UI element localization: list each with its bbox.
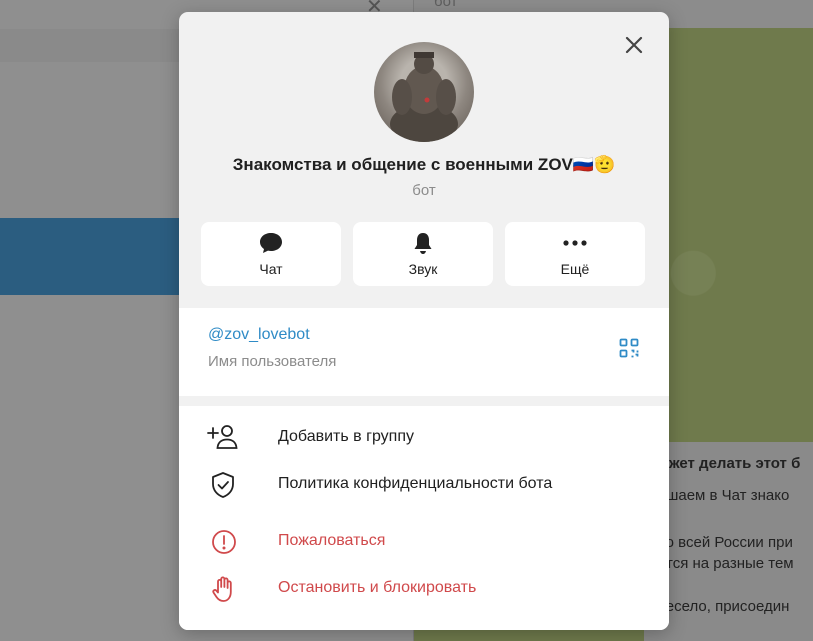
avatar[interactable] [374,42,474,142]
username-section: @zov_lovebot Имя пользователя [179,308,669,396]
add-to-group-label: Добавить в группу [278,428,414,445]
profile-menu: Добавить в группу Политика конфиденциаль… [179,406,669,630]
chat-button-label: Чат [259,261,283,277]
background-message: ожет делать этот б ашаем в Чат знако со … [644,442,813,641]
qr-code-icon[interactable] [619,338,639,358]
profile-subtitle: бот [412,182,436,199]
message-line: ожет делать этот б [660,455,801,472]
chat-button[interactable]: Чат [201,222,341,286]
sound-button[interactable]: Звук [353,222,493,286]
report-label: Пожаловаться [278,532,386,549]
background-chat-status: бот [434,0,458,10]
message-line: со всей России при [658,534,793,551]
message-line: ашаем в Чат знако [658,487,790,504]
report-item[interactable]: Пожаловаться [179,521,669,561]
username-label: Имя пользователя [208,353,337,370]
add-user-icon [207,424,239,450]
stop-hand-icon [207,575,239,602]
profile-name: Знакомства и общение с военными ZOV🇷🇺🫡 [232,155,616,174]
stop-and-block-label: Остановить и блокировать [278,579,477,596]
message-line: весело, присоедин [658,598,790,615]
chat-bubble-icon [201,230,341,256]
bell-icon [353,230,493,256]
close-icon[interactable] [621,32,647,58]
message-line: отся на разные тем [658,555,794,572]
action-buttons: Чат Звук Ещё [201,222,647,286]
more-button[interactable]: Ещё [505,222,645,286]
username-link[interactable]: @zov_lovebot [208,326,310,344]
privacy-policy-item[interactable]: Политика конфиденциальности бота [179,464,669,504]
shield-check-icon [207,471,239,498]
more-dots-icon [505,230,645,256]
stop-and-block-item[interactable]: Остановить и блокировать [179,568,669,608]
add-to-group-item[interactable]: Добавить в группу [179,417,669,457]
bot-profile-dialog: Знакомства и общение с военными ZOV🇷🇺🫡 б… [179,12,669,630]
more-button-label: Ещё [560,261,590,277]
sound-button-label: Звук [408,261,438,277]
report-icon [207,528,239,554]
privacy-policy-label: Политика конфиденциальности бота [278,475,553,492]
